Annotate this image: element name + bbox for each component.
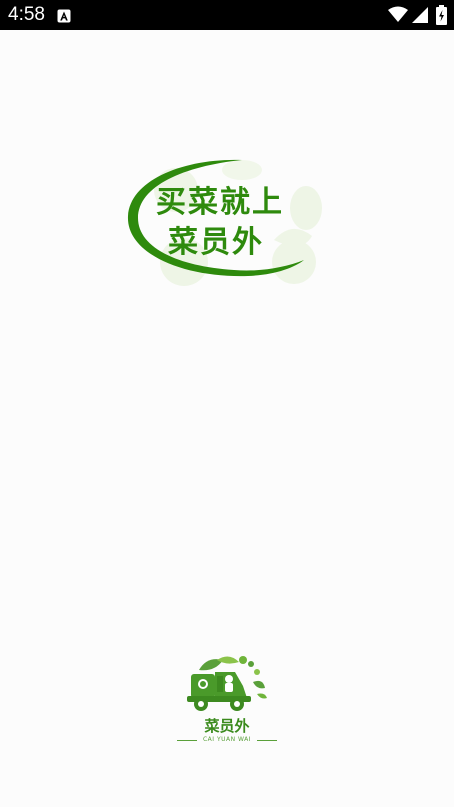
slogan-logo: 买菜就上 菜员外	[124, 150, 334, 290]
status-bar: 4:58	[0, 0, 454, 30]
delivery-truck-icon	[187, 656, 267, 711]
brand-name: 菜员外	[204, 717, 250, 735]
slogan-leaf-swoosh-graphic	[127, 159, 322, 286]
battery-charging-icon	[436, 5, 447, 29]
notification-app-icon	[57, 8, 71, 23]
status-time: 4:58	[8, 4, 45, 25]
wifi-icon	[388, 6, 408, 27]
splash-screen: 4:58 买菜就上 菜员外 菜员外 CAI YUAN WAI	[0, 0, 454, 807]
brand-subtitle-line-right	[257, 740, 277, 741]
signal-icon	[411, 6, 429, 28]
slogan-line-2: 菜员外	[168, 225, 264, 260]
slogan-line-1: 买菜就上	[156, 185, 284, 220]
brand-logo: 菜员外 CAI YUAN WAI	[177, 652, 277, 744]
